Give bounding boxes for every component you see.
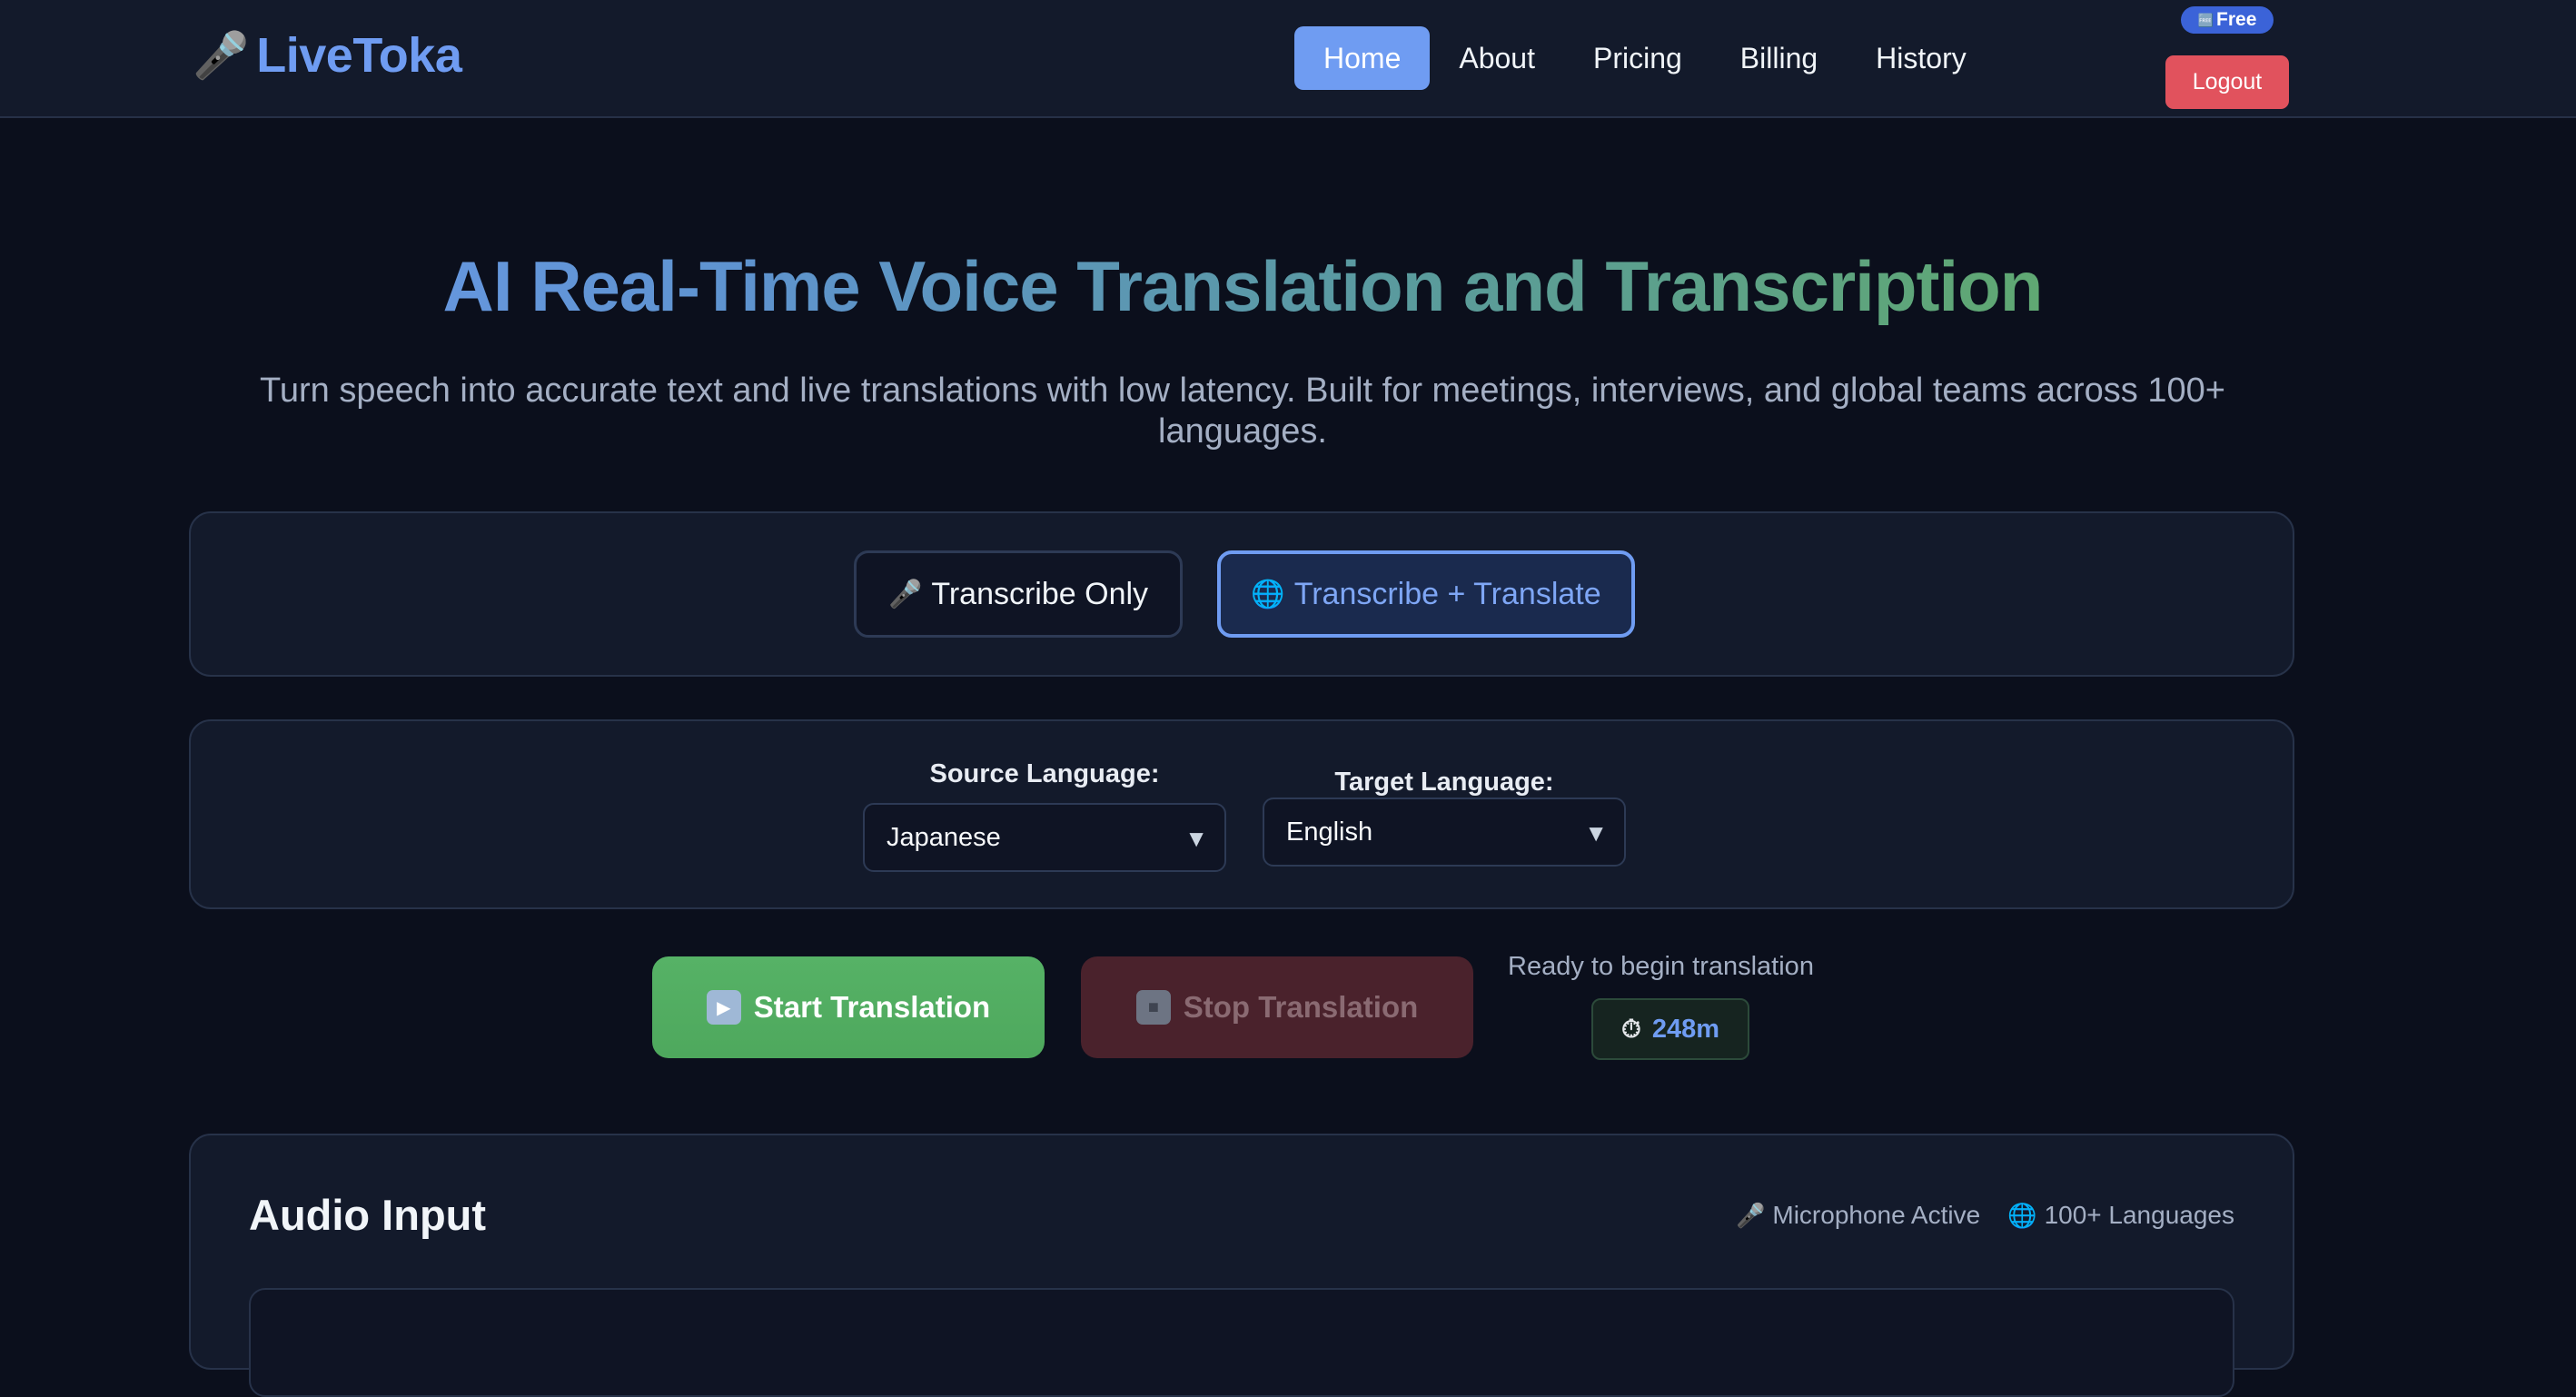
microphone-status-label: Microphone Active — [1772, 1201, 1981, 1229]
audio-visualizer-area — [249, 1288, 2234, 1397]
logo-text: LiveToka — [256, 28, 462, 83]
globe-icon: 🌐 — [2007, 1201, 2037, 1229]
microphone-icon: 🎤 — [887, 579, 923, 609]
logo[interactable]: 🎤 LiveToka — [193, 27, 462, 84]
language-panel: Source Language: Japanese ▼ Target Langu… — [189, 719, 2294, 909]
time-remaining-value: 248m — [1651, 1014, 1719, 1044]
stop-icon: ■ — [1135, 990, 1171, 1025]
globe-icon: 🌐 — [1251, 579, 1285, 609]
main-nav: Home About Pricing Billing History — [1294, 26, 1996, 90]
page-subtitle: Turn speech into accurate text and live … — [260, 372, 2225, 451]
top-nav-bar: 🎤 LiveToka Home About Pricing Billing Hi… — [0, 0, 2576, 118]
audio-input-title: Audio Input — [249, 1191, 487, 1239]
nav-history[interactable]: History — [1847, 26, 1996, 90]
target-language-value: English — [1286, 817, 1373, 847]
logout-button[interactable]: Logout — [2165, 55, 2289, 109]
start-translation-button[interactable]: ▶ Start Translation — [652, 956, 1045, 1058]
chevron-down-icon: ▼ — [1584, 819, 1608, 847]
nav-about[interactable]: About — [1430, 26, 1564, 90]
nav-home[interactable]: Home — [1294, 26, 1431, 90]
microphone-status: 🎤 Microphone Active — [1736, 1201, 1980, 1230]
microphone-icon: 🎤 — [1736, 1201, 1766, 1229]
plan-badge-label: Free — [2216, 9, 2257, 30]
chevron-down-icon: ▼ — [1184, 825, 1208, 852]
status-text: Ready to begin translation — [1508, 952, 1814, 981]
transcribe-only-label: Transcribe Only — [931, 576, 1149, 611]
transcribe-only-button[interactable]: 🎤 Transcribe Only — [854, 550, 1183, 638]
mode-selector-panel: 🎤 Transcribe Only 🌐 Transcribe + Transla… — [189, 511, 2294, 677]
page-title: AI Real-Time Voice Translation and Trans… — [0, 245, 2485, 328]
nav-billing[interactable]: Billing — [1711, 26, 1847, 90]
play-icon: ▶ — [706, 990, 741, 1025]
nav-pricing[interactable]: Pricing — [1564, 26, 1711, 90]
source-language-value: Japanese — [887, 822, 1001, 852]
start-translation-label: Start Translation — [753, 990, 991, 1024]
transcribe-translate-button[interactable]: 🌐 Transcribe + Translate — [1217, 550, 1635, 638]
audio-input-panel: Audio Input 🎤 Microphone Active 🌐 100+ L… — [189, 1134, 2294, 1397]
plan-badge: 🆓 Free — [2181, 6, 2274, 34]
languages-count: 🌐 100+ Languages — [2007, 1201, 2234, 1230]
target-language-select[interactable]: English ▼ — [1263, 798, 1626, 867]
stop-translation-label: Stop Translation — [1183, 990, 1419, 1024]
source-language-select[interactable]: Japanese ▼ — [863, 803, 1226, 872]
timer-icon: ⏱ — [1620, 1014, 1641, 1043]
audio-meta: 🎤 Microphone Active 🌐 100+ Languages — [1736, 1201, 2234, 1230]
languages-count-label: 100+ Languages — [2044, 1201, 2234, 1229]
stop-translation-button[interactable]: ■ Stop Translation — [1081, 956, 1473, 1058]
source-language-label: Source Language: — [929, 759, 1160, 788]
transcribe-translate-label: Transcribe + Translate — [1293, 576, 1601, 611]
microphone-icon: 🎤 — [193, 30, 250, 81]
free-tag-icon: 🆓 — [2197, 12, 2214, 27]
time-remaining-badge: ⏱ 248m — [1591, 998, 1749, 1060]
target-language-label: Target Language: — [1334, 768, 1554, 797]
